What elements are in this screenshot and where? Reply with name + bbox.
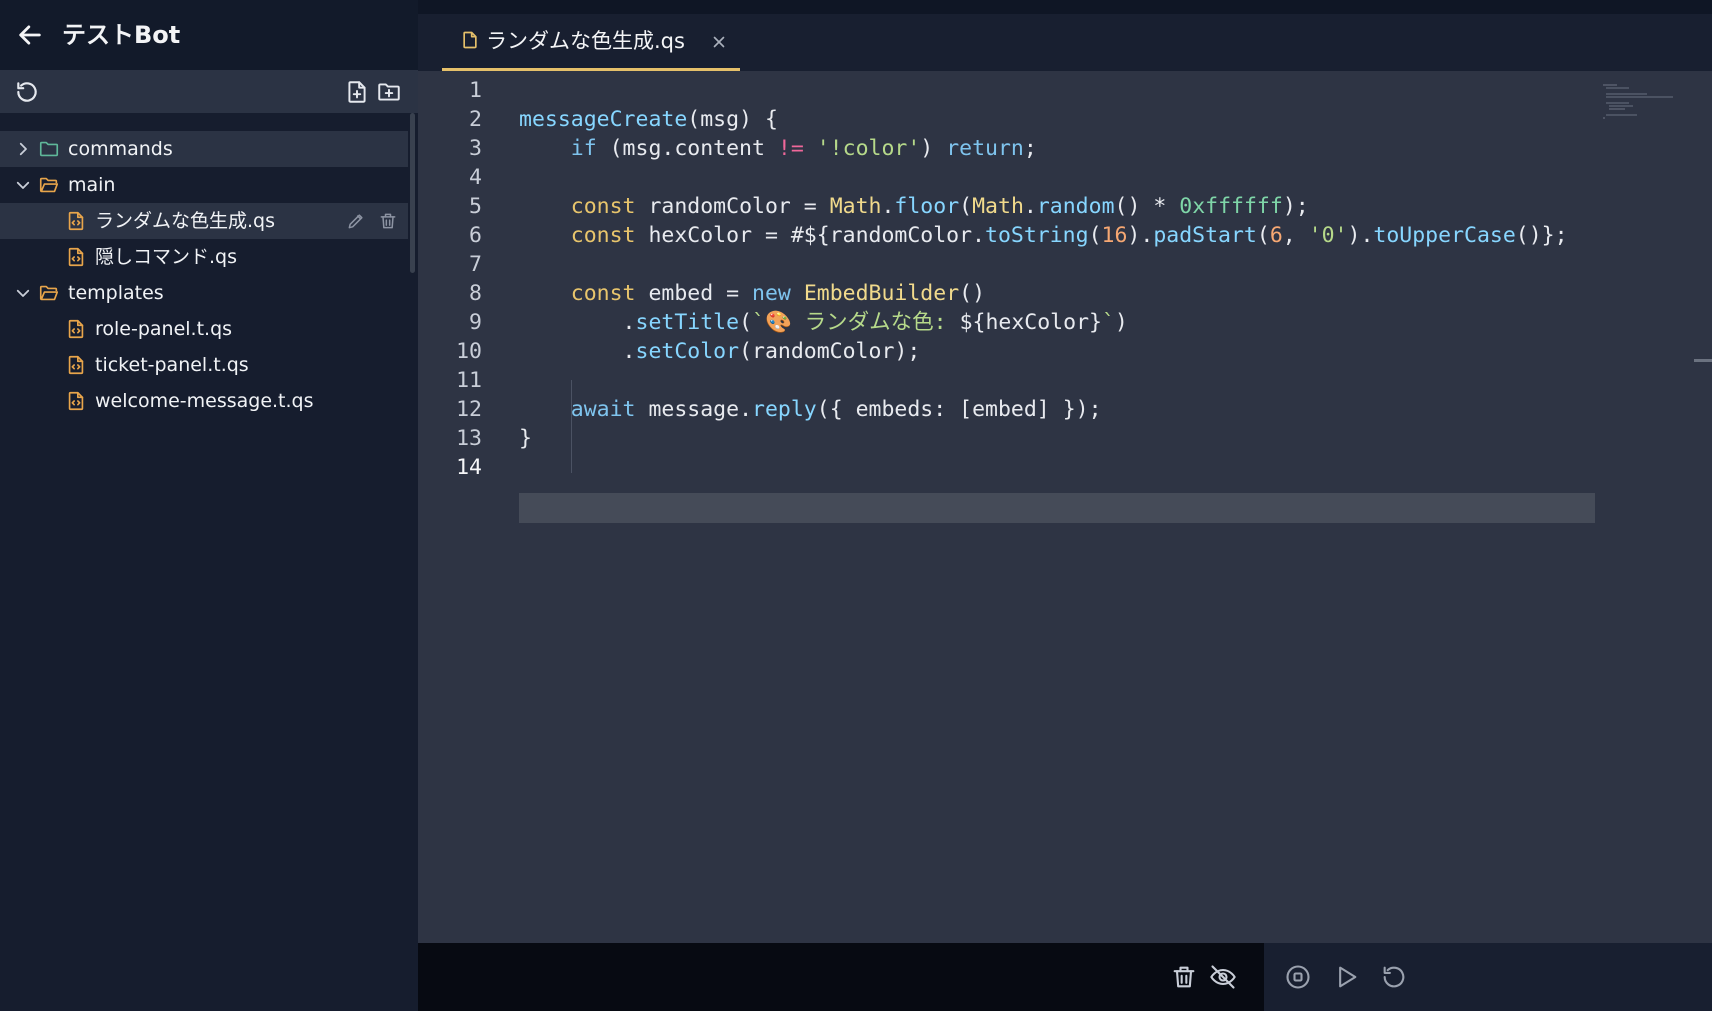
line-number: 5 <box>469 194 482 219</box>
code-file-icon <box>68 211 84 231</box>
tree-folder-templates[interactable]: templates <box>0 275 408 311</box>
file-explorer-sidebar: テストBot commands main ランダムな色生成.qs 隠しコマンド.… <box>0 0 418 1011</box>
edit-pencil-icon[interactable] <box>346 211 366 231</box>
line-number: 8 <box>469 281 482 306</box>
line-number: 3 <box>469 136 482 161</box>
play-icon[interactable] <box>1332 963 1360 991</box>
code-line: const embed = new EmbedBuilder() <box>570 281 986 306</box>
tree-item-label: ランダムな色生成.qs <box>95 210 275 232</box>
sidebar-scrollbar[interactable] <box>410 113 415 273</box>
code-line: await message.reply({ embeds: [embed] })… <box>570 397 1102 422</box>
tree-file-ticket-panel[interactable]: ticket-panel.t.qs <box>0 347 408 383</box>
tree-file-welcome-message[interactable]: welcome-message.t.qs <box>0 383 408 419</box>
back-arrow-icon[interactable] <box>16 21 44 49</box>
line-number: 7 <box>469 252 482 277</box>
tree-folder-main[interactable]: main <box>0 167 408 203</box>
line-number: 1 <box>469 78 482 103</box>
chevron-down-icon <box>16 181 30 189</box>
tree-item-label: ticket-panel.t.qs <box>95 354 249 376</box>
code-line: const hexColor = #${randomColor.toString… <box>570 223 1568 248</box>
stop-circle-icon[interactable] <box>1284 963 1312 991</box>
code-line: .setColor(randomColor); <box>519 339 921 364</box>
code-file-icon <box>68 355 84 375</box>
new-file-icon[interactable] <box>344 79 370 105</box>
line-number: 14 <box>456 455 482 480</box>
tree-file-hidden-command[interactable]: 隠しコマンド.qs <box>0 239 408 275</box>
folder-icon <box>39 141 59 157</box>
line-number: 9 <box>469 310 482 335</box>
line-number: 11 <box>456 368 482 393</box>
line-number: 12 <box>456 397 482 422</box>
line-number: 6 <box>469 223 482 248</box>
code-editor[interactable]: 1 2 3 4 5 6 7 8 9 10 11 12 13 14 message… <box>418 71 1712 943</box>
run-controls <box>1264 943 1712 1011</box>
code-file-icon <box>68 319 84 339</box>
project-title: テストBot <box>62 21 181 49</box>
eye-off-icon[interactable] <box>1209 963 1237 991</box>
code-file-icon <box>68 391 84 411</box>
close-icon[interactable] <box>710 33 728 51</box>
folder-open-icon <box>39 177 59 193</box>
code-line: .setTitle(`🎨 ランダムな色: ${hexColor}`) <box>519 310 1128 335</box>
tree-item-label: commands <box>68 138 173 160</box>
tab-label: ランダムな色生成.qs <box>486 29 685 53</box>
trash-icon[interactable] <box>378 211 398 231</box>
chevron-right-icon <box>19 142 27 156</box>
chevron-down-icon <box>16 289 30 297</box>
line-number: 10 <box>456 339 482 364</box>
editor-tab-bar: ランダムな色生成.qs <box>418 14 1712 71</box>
code-line: if (msg.content != '!color') return; <box>570 136 1037 161</box>
current-line-highlight <box>519 493 1595 523</box>
console-bar <box>418 943 1712 1011</box>
code-line: const randomColor = Math.floor(Math.rand… <box>570 194 1309 219</box>
line-number: 4 <box>469 165 482 190</box>
line-number: 13 <box>456 426 482 451</box>
code-file-icon <box>68 247 84 267</box>
tree-folder-commands[interactable]: commands <box>0 131 408 167</box>
line-number: 2 <box>469 107 482 132</box>
tree-item-label: main <box>68 174 116 196</box>
tree-file-random-color[interactable]: ランダムな色生成.qs <box>0 203 408 239</box>
folder-open-icon <box>39 285 59 301</box>
scroll-position-marker <box>1694 359 1712 362</box>
sidebar-toolbar <box>0 70 418 113</box>
code-line: messageCreate(msg) { <box>519 107 778 132</box>
top-strip <box>418 0 1712 14</box>
editor-area: ランダムな色生成.qs 1 2 3 4 5 6 7 8 9 10 11 12 1… <box>418 0 1712 1011</box>
tree-item-label: templates <box>68 282 164 304</box>
tree-item-label: 隠しコマンド.qs <box>95 246 237 268</box>
tree-file-role-panel[interactable]: role-panel.t.qs <box>0 311 408 347</box>
code-minimap[interactable] <box>1603 83 1688 123</box>
file-icon <box>463 31 477 49</box>
tree-item-label: role-panel.t.qs <box>95 318 233 340</box>
code-line: } <box>519 426 532 451</box>
new-folder-icon[interactable] <box>376 79 402 105</box>
tree-item-label: welcome-message.t.qs <box>95 390 314 412</box>
trash-icon[interactable] <box>1170 963 1198 991</box>
sidebar-header: テストBot <box>0 0 418 70</box>
refresh-icon[interactable] <box>14 79 40 105</box>
tab-random-color[interactable]: ランダムな色生成.qs <box>442 14 740 71</box>
restart-icon[interactable] <box>1380 963 1408 991</box>
